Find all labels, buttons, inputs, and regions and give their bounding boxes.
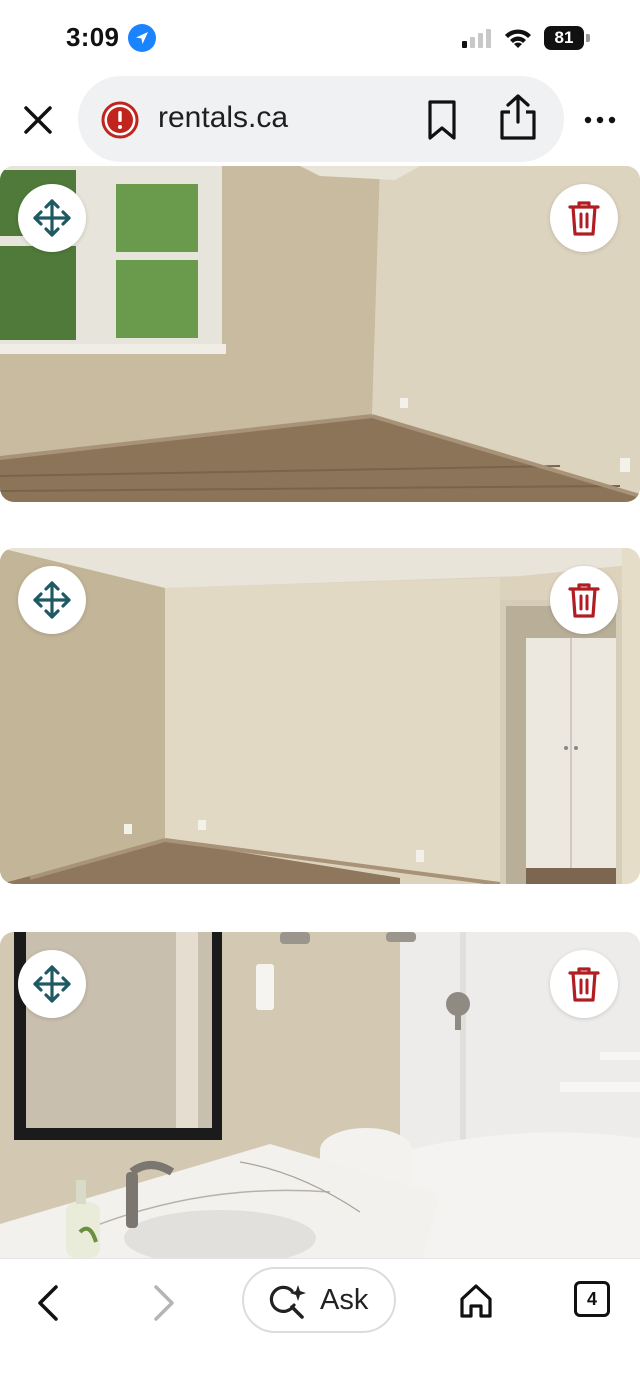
listing-photo[interactable] [0,548,640,884]
close-icon [24,106,52,134]
move-photo-button[interactable] [18,950,86,1018]
ask-button[interactable]: Ask [242,1267,396,1333]
browser-bottom-bar: Ask 4 [0,1258,640,1387]
cellular-signal-icon [462,28,494,53]
chevron-right-icon [154,1285,174,1321]
more-options-button[interactable] [580,106,620,134]
move-arrows-icon [33,581,71,619]
bookmark-icon [428,100,456,140]
status-bar: 3:09 81 [0,0,640,76]
delete-photo-button[interactable] [550,184,618,252]
share-icon [500,94,536,140]
back-button[interactable] [30,1281,66,1325]
listing-photo[interactable] [0,166,640,502]
share-button[interactable] [496,92,540,142]
move-photo-button[interactable] [18,184,86,252]
battery-indicator: 81 [544,26,590,50]
room-photo-image [0,166,640,502]
tabs-button[interactable]: 4 [574,1281,610,1317]
move-photo-button[interactable] [18,566,86,634]
sparkle-search-icon [268,1283,308,1326]
delete-photo-button[interactable] [550,566,618,634]
delete-photo-button[interactable] [550,950,618,1018]
close-button[interactable] [16,98,60,142]
forward-button[interactable] [146,1281,182,1325]
warning-icon [100,100,140,140]
trash-icon [568,967,600,1002]
bookmark-button[interactable] [422,98,462,142]
wifi-icon [503,26,533,55]
more-icon [584,116,616,124]
location-arrow-icon [128,24,156,52]
ask-label: Ask [320,1284,369,1316]
url-text: rentals.ca [158,101,289,134]
browser-toolbar: rentals.ca [0,76,640,166]
status-time: 3:09 [66,22,120,52]
home-button[interactable] [456,1279,496,1323]
address-bar[interactable]: rentals.ca [78,76,564,162]
trash-icon [568,583,600,618]
move-arrows-icon [33,965,71,1003]
move-arrows-icon [33,199,71,237]
home-icon [460,1284,492,1318]
room-photo-image [0,932,640,1268]
listing-photo[interactable] [0,932,640,1268]
tabs-count: 4 [586,1289,597,1309]
trash-icon [568,201,600,236]
room-photo-image [0,548,640,884]
chevron-left-icon [38,1285,58,1321]
